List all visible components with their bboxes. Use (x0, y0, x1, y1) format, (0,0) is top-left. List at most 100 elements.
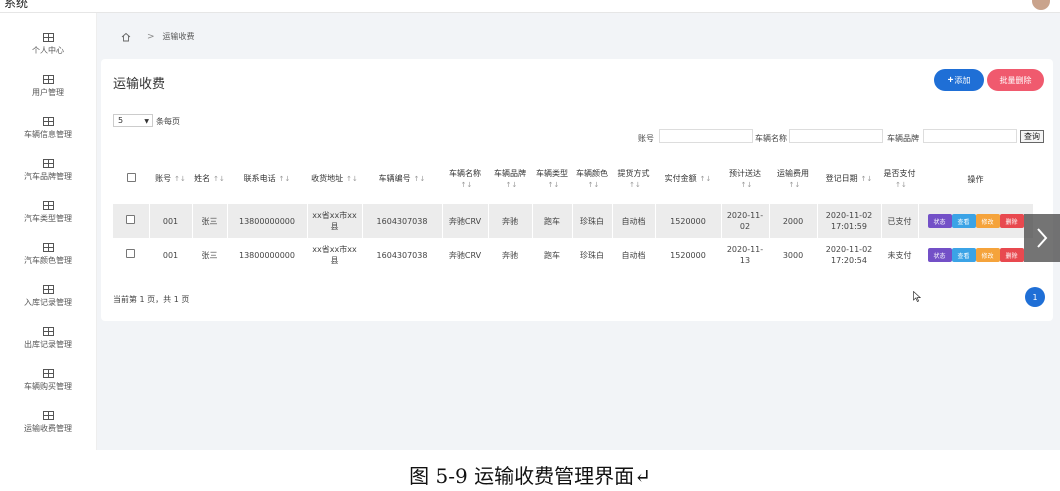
account-label: 账号 (638, 134, 654, 143)
column-header-address[interactable]: 收货地址 ↑↓ (307, 154, 362, 204)
pagination-info: 当前第 1 页，共 1 页 (113, 295, 190, 304)
column-header-vehicle-color[interactable]: 车辆颜色↑↓ (572, 154, 612, 204)
sidebar-item-car-brand[interactable]: 汽车品牌管理 (0, 153, 96, 191)
cell-phone: 13800000000 (227, 238, 308, 272)
delete-button[interactable]: 删除 (999, 248, 1024, 262)
table-row[interactable]: 001 张三 13800000000 xx省xx市xx县 1604307038 … (113, 204, 1034, 238)
vehicle-brand-input[interactable] (923, 129, 1017, 143)
view-button[interactable]: 查看 (951, 214, 976, 228)
sidebar-item-car-color[interactable]: 汽车颜色管理 (0, 237, 96, 275)
grid-icon (42, 201, 54, 210)
column-header-vehicle-no[interactable]: 车辆编号 ↑↓ (362, 154, 442, 204)
cell-account: 001 (149, 238, 193, 272)
column-header-eta[interactable]: 预计送达↑↓ (721, 154, 769, 204)
sort-icon[interactable]: ↑↓ (174, 175, 186, 183)
search-button[interactable]: 查询 (1020, 130, 1044, 143)
column-header-register-date[interactable]: 登记日期 ↑↓ (817, 154, 881, 204)
figure-caption: 图 5-9 运输收费管理界面↵ (409, 464, 651, 488)
status-button[interactable]: 状态 (927, 248, 952, 262)
select-all-checkbox[interactable] (126, 173, 136, 182)
sidebar-item-vehicle-purchase[interactable]: 车辆购买管理 (0, 363, 96, 401)
cell-actions: 状态 查看 修改 删除 (918, 238, 1034, 272)
column-header-vehicle-brand[interactable]: 车辆品牌↑↓ (488, 154, 532, 204)
sort-icon[interactable]: ↑↓ (213, 175, 225, 183)
sidebar-item-outbound-records[interactable]: 出库记录管理 (0, 321, 96, 359)
next-slide-arrow[interactable] (1024, 214, 1060, 262)
chevron-right-icon: > (147, 31, 155, 42)
sort-icon[interactable]: ↑↓ (548, 181, 560, 189)
sort-icon[interactable]: ↑↓ (629, 181, 641, 189)
cell-vehicle-type: 跑车 (532, 238, 573, 272)
sort-icon[interactable]: ↑↓ (414, 175, 426, 183)
row-checkbox[interactable] (126, 249, 136, 258)
avatar[interactable] (1032, 0, 1050, 10)
sidebar-item-label: 个人中心 (32, 46, 64, 55)
grid-icon (42, 117, 54, 126)
table-row[interactable]: 001 张三 13800000000 xx省xx市xx县 1604307038 … (113, 238, 1034, 272)
sort-icon[interactable]: ↑↓ (895, 181, 907, 189)
row-checkbox[interactable] (126, 215, 136, 224)
column-header-name[interactable]: 姓名 ↑↓ (192, 154, 227, 204)
home-icon[interactable] (121, 32, 131, 42)
cell-pickup-method: 自动档 (612, 238, 656, 272)
sort-icon[interactable]: ↑↓ (700, 175, 712, 183)
add-button[interactable]: + 添加 (934, 69, 984, 91)
sort-icon[interactable]: ↑↓ (588, 181, 600, 189)
cell-vehicle-brand: 奔驰 (488, 204, 533, 238)
batch-delete-button[interactable]: 批量删除 (987, 69, 1044, 91)
column-header-pickup-method[interactable]: 提货方式↑↓ (612, 154, 655, 204)
column-header-vehicle-name[interactable]: 车辆名称↑↓ (442, 154, 488, 204)
column-header-phone[interactable]: 联系电话 ↑↓ (227, 154, 307, 204)
page-size-select[interactable]: 5 ▼ (113, 114, 153, 127)
sidebar-item-personal-center[interactable]: 个人中心 (0, 27, 96, 65)
cell-vehicle-type: 跑车 (532, 204, 573, 238)
column-header-paid-amount[interactable]: 实付金额 ↑↓ (655, 154, 721, 204)
column-header-account[interactable]: 账号 ↑↓ (149, 154, 192, 204)
column-header-actions: 操作 (967, 174, 984, 184)
view-button[interactable]: 查看 (951, 248, 976, 262)
sidebar-item-user-management[interactable]: 用户管理 (0, 69, 96, 107)
account-input[interactable] (659, 129, 753, 143)
cell-transport-fee: 2000 (769, 204, 818, 238)
sort-icon[interactable]: ↑↓ (346, 175, 358, 183)
cell-vehicle-no: 1604307038 (362, 238, 443, 272)
sidebar-item-label: 入库记录管理 (24, 298, 72, 307)
sidebar-item-transport-fee[interactable]: 运输收费管理 (0, 405, 96, 443)
status-button[interactable]: 状态 (927, 214, 952, 228)
table-header-row: 账号 ↑↓ 姓名 ↑↓ 联系电话 ↑↓ 收货地址 ↑↓ 车辆编号 ↑↓ 车辆名称↑↓ 车辆… (113, 154, 1033, 204)
edit-button[interactable]: 修改 (975, 248, 1000, 262)
sort-icon[interactable]: ↑↓ (741, 181, 753, 189)
sidebar-item-vehicle-info[interactable]: 车辆信息管理 (0, 111, 96, 149)
grid-icon (42, 327, 54, 336)
vehicle-brand-label: 车辆品牌 (887, 134, 919, 143)
sort-icon[interactable]: ↑↓ (861, 175, 873, 183)
delete-button[interactable]: 删除 (999, 214, 1024, 228)
sidebar-item-label: 车辆购买管理 (24, 382, 72, 391)
column-header-paid[interactable]: 是否支付↑↓ (881, 154, 918, 204)
sort-icon[interactable]: ↑↓ (789, 181, 801, 189)
column-header-vehicle-type[interactable]: 车辆类型↑↓ (532, 154, 572, 204)
sidebar-item-car-type[interactable]: 汽车类型管理 (0, 195, 96, 233)
caption-area: 图 5-9 运输收费管理界面↵ (0, 450, 1060, 491)
page-title: 运输收费 (113, 77, 166, 92)
edit-button[interactable]: 修改 (975, 214, 1000, 228)
select-all-header (113, 154, 149, 204)
sidebar-item-label: 汽车类型管理 (24, 214, 72, 223)
chevron-down-icon: ▼ (144, 118, 149, 125)
main-content: > 运输收费 运输收费 + 添加 批量删除 5 ▼ 条每页 账号 车辆名称 车辆品… (97, 13, 1060, 450)
content-card: 运输收费 + 添加 批量删除 5 ▼ 条每页 账号 车辆名称 车辆品牌 查询 账号 (101, 59, 1053, 321)
sort-icon[interactable]: ↑↓ (279, 175, 291, 183)
cell-actions: 状态 查看 修改 删除 (918, 204, 1034, 238)
top-bar: 系统 (0, 0, 1060, 13)
column-header-transport-fee[interactable]: 运输费用↑↓ (769, 154, 817, 204)
sort-icon[interactable]: ↑↓ (461, 181, 473, 189)
chevron-right-icon (1037, 228, 1048, 248)
sidebar-item-label: 用户管理 (32, 88, 64, 97)
sort-icon[interactable]: ↑↓ (506, 181, 518, 189)
cell-address: xx省xx市xx县 (307, 204, 363, 238)
sidebar-item-label: 运输收费管理 (24, 424, 72, 433)
pagination-page-1[interactable]: 1 (1025, 287, 1045, 307)
sidebar-item-label: 车辆信息管理 (24, 130, 72, 139)
vehicle-name-input[interactable] (789, 129, 883, 143)
sidebar-item-inbound-records[interactable]: 入库记录管理 (0, 279, 96, 317)
